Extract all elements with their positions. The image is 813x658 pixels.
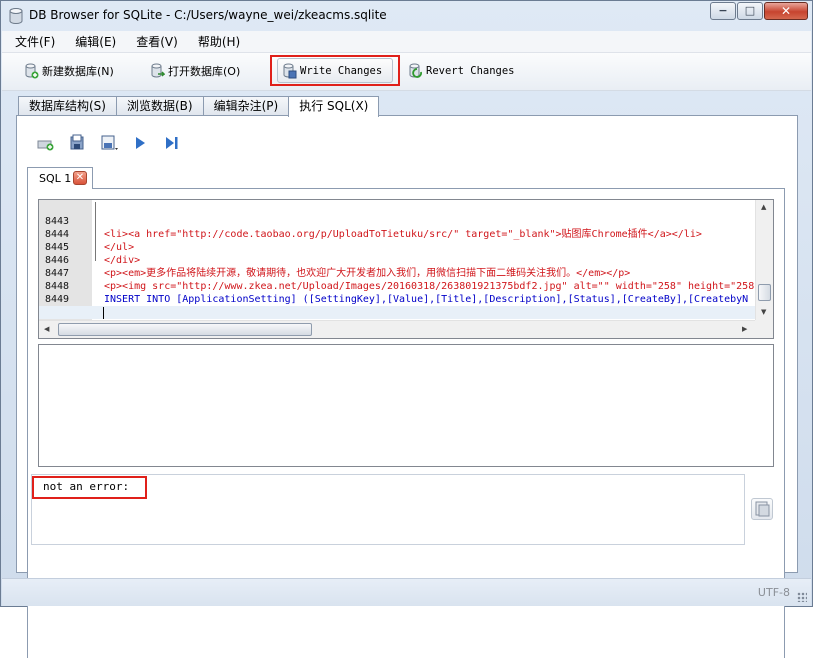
maximize-button[interactable]: □ [737, 2, 763, 20]
close-button[interactable]: ✕ [764, 2, 808, 20]
error-message-text: not an error: [43, 480, 130, 493]
open-tab-button[interactable] [34, 132, 65, 154]
play-icon [136, 137, 145, 149]
code-line: 8446 <p><em>更多作品将陆续开源，敬请期待，也欢迎广大开发者加入我们，… [45, 255, 631, 279]
copy-icon [755, 501, 770, 517]
code-line: 8444 </ul> [45, 229, 135, 253]
new-database-button[interactable]: 新建数据库(N) [23, 60, 114, 82]
open-database-label: 打开数据库(O) [168, 65, 241, 78]
resize-grip-icon[interactable] [797, 592, 807, 602]
tab-execute-sql[interactable]: 执行 SQL(X) [288, 96, 380, 117]
save-sql-button[interactable] [96, 132, 127, 154]
tab-database-structure[interactable]: 数据库结构(S) [18, 96, 117, 116]
open-tab-icon [37, 140, 54, 151]
save-icon [101, 135, 118, 150]
app-window: DB Browser for SQLite - C:/Users/wayne_w… [0, 0, 813, 658]
execute-all-button[interactable] [127, 132, 158, 154]
new-database-icon [25, 63, 39, 79]
scroll-right-icon[interactable]: ▶ [742, 325, 747, 333]
main-tabs: 数据库结构(S) 浏览数据(B) 编辑杂注(P) 执行 SQL(X) [18, 96, 380, 117]
revert-changes-button[interactable]: Revert Changes [407, 60, 515, 82]
vertical-scroll-thumb[interactable] [758, 284, 771, 301]
minimize-button[interactable]: − [710, 2, 736, 20]
status-bar: UTF-8 [2, 578, 811, 606]
scroll-down-icon[interactable]: ▼ [761, 308, 766, 316]
title-bar: DB Browser for SQLite - C:/Users/wayne_w… [1, 1, 812, 31]
editor-horizontal-scrollbar[interactable]: ◀ ▶ [39, 320, 755, 338]
code-line: 8443 <li><a href="http://code.taobao.org… [45, 216, 702, 240]
close-tab-icon[interactable]: ✕ [73, 171, 87, 185]
menu-help[interactable]: 帮助(H) [185, 33, 247, 50]
execute-line-button[interactable] [158, 132, 189, 154]
scroll-left-icon[interactable]: ◀ [44, 325, 49, 333]
text-cursor [103, 307, 104, 319]
open-database-button[interactable]: 打开数据库(O) [149, 60, 240, 82]
encoding-label: UTF-8 [757, 586, 790, 599]
code-line: 8445 </div> [45, 242, 141, 266]
code-area[interactable]: 8443 <li><a href="http://code.taobao.org… [39, 202, 761, 331]
menu-bar: 文件(F) 编辑(E) 查看(V) 帮助(H) [2, 31, 811, 53]
minimize-icon: − [718, 4, 728, 17]
code-line: 8450 [39, 293, 755, 318]
main-toolbar: 新建数据库(N) 打开数据库(O) Write Changes Revert C… [2, 53, 811, 91]
editor-vertical-scrollbar[interactable]: ▲ ▼ [755, 200, 773, 321]
copy-message-button[interactable] [751, 498, 773, 520]
sql-tab-label: SQL 1 [39, 172, 72, 185]
sql-editor[interactable]: 8443 <li><a href="http://code.taobao.org… [38, 199, 774, 339]
scroll-corner [755, 320, 773, 338]
code-line: 8449 [45, 294, 70, 305]
tab-edit-pragmas[interactable]: 编辑杂注(P) [202, 96, 290, 116]
code-line: 8447 <p><img src="http://www.zkea.net/Up… [45, 268, 761, 292]
new-database-label: 新建数据库(N) [42, 65, 114, 78]
code-line: 8448 INSERT INTO [ApplicationSetting] ([… [45, 281, 749, 305]
sql-toolbar [34, 132, 189, 154]
window-title: DB Browser for SQLite - C:/Users/wayne_w… [29, 8, 387, 22]
horizontal-scroll-thumb[interactable] [58, 323, 312, 336]
revert-changes-icon [409, 63, 422, 78]
current-code-line: 8451 [39, 306, 755, 331]
write-changes-label: Write Changes [300, 64, 383, 77]
skip-icon [166, 137, 178, 149]
maximize-icon: □ [744, 4, 756, 17]
open-database-icon [151, 63, 165, 78]
write-changes-button[interactable]: Write Changes [270, 55, 401, 86]
menu-view[interactable]: 查看(V) [123, 33, 185, 50]
close-icon: ✕ [780, 4, 792, 18]
tab-sql-1[interactable]: SQL 1 ✕ [27, 167, 93, 189]
revert-changes-label: Revert Changes [426, 65, 515, 77]
write-changes-icon [283, 63, 297, 78]
results-grid[interactable] [38, 344, 774, 467]
scroll-up-icon[interactable]: ▲ [761, 203, 766, 211]
menu-edit[interactable]: 编辑(E) [62, 33, 123, 50]
tab-browse-data[interactable]: 浏览数据(B) [115, 96, 204, 116]
menu-file[interactable]: 文件(F) [2, 33, 62, 50]
database-icon [9, 8, 23, 24]
folder-icon [70, 134, 84, 150]
open-sql-file-button[interactable] [65, 132, 96, 154]
